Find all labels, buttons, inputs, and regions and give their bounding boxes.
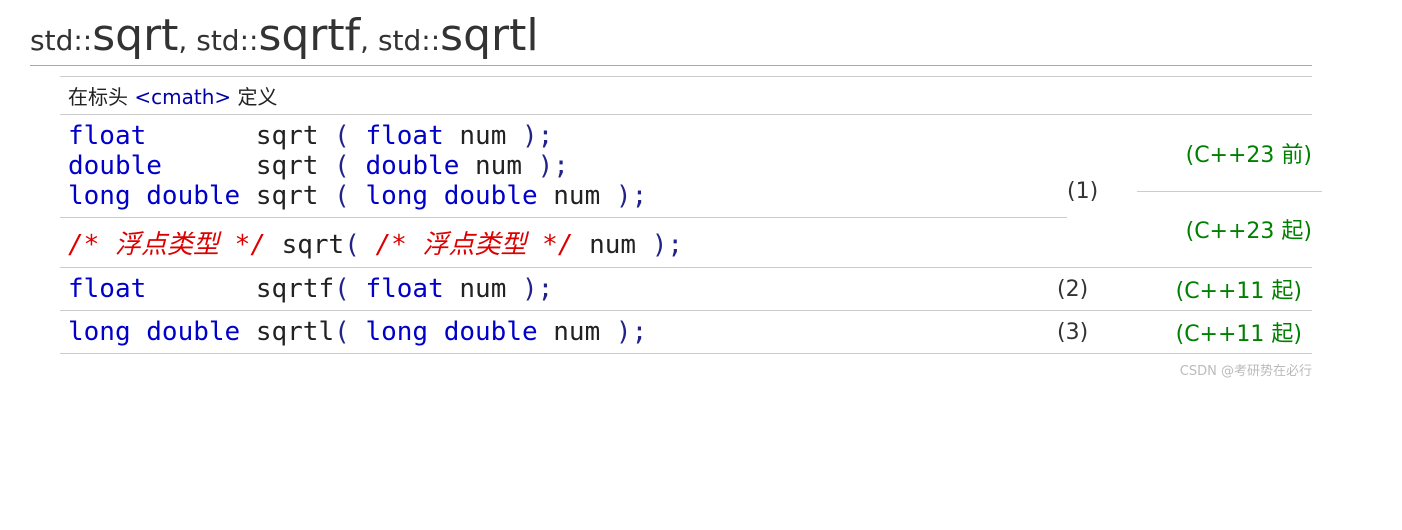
declarations-block: 在标头 <cmath> 定义 float sqrt ( float num );… [30, 76, 1312, 354]
header-name: <cmath> [134, 85, 231, 109]
version-tag-1b: (C++23 起) [1137, 192, 1322, 268]
title-fn-2: sqrtf [258, 10, 360, 61]
title-ns-3: std:: [378, 24, 440, 57]
page-title: std::sqrt, std::sqrtf, std::sqrtl [30, 10, 1312, 66]
signature-code-1b: /* 浮点类型 */ sqrt( /* 浮点类型 */ num ); [60, 218, 1067, 267]
version-tag-1a: (C++23 前) [1137, 115, 1322, 192]
defined-in-header: 在标头 <cmath> 定义 [60, 76, 1312, 114]
title-fn-1: sqrt [92, 10, 178, 61]
signature-number-1: (1) [1067, 115, 1137, 267]
version-tag-3: (C++11 起) [1127, 316, 1312, 348]
signature-code-2: float sqrtf( float num ); [60, 268, 1057, 310]
title-ns-2: std:: [196, 24, 258, 57]
version-tag-2: (C++11 起) [1127, 273, 1312, 305]
signature-number-2: (2) [1057, 277, 1127, 302]
title-fn-3: sqrtl [440, 10, 538, 61]
signature-row-1: float sqrt ( float num ); double sqrt ( … [60, 114, 1312, 267]
signature-code-1a: float sqrt ( float num ); double sqrt ( … [60, 115, 1067, 217]
signature-row-2: float sqrtf( float num ); (2) (C++11 起) [60, 267, 1312, 310]
signature-row-3: long double sqrtl( long double num ); (3… [60, 310, 1312, 354]
signature-code-3: long double sqrtl( long double num ); [60, 311, 1057, 353]
title-ns-1: std:: [30, 24, 92, 57]
signature-number-3: (3) [1057, 320, 1127, 345]
watermark: CSDN @考研势在必行 [30, 354, 1312, 379]
